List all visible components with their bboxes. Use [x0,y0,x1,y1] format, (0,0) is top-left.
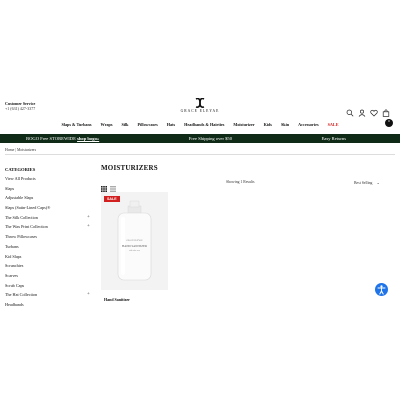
category-label: Throw Pillowcases [5,234,37,240]
list-view-icon[interactable] [110,179,116,192]
sidebar-heading: CATEGORIES [5,167,36,172]
view-toggle [101,179,116,192]
grid-view-icon[interactable] [101,179,107,192]
nav-item-sale[interactable]: SALE [328,122,339,127]
category-item[interactable]: Headbands [5,302,95,312]
nav-item-moisturizer[interactable]: Moisturizer [233,122,254,127]
chevron-down-icon: ⌄ [376,181,380,185]
nav-item-kids[interactable]: Kids [264,122,272,127]
category-label: Kid Slaps [5,253,22,259]
sale-badge: SALE [104,196,120,202]
category-label: Turbans [5,243,19,249]
breadcrumb[interactable]: Home | Moisturizers [5,148,36,152]
category-label: The Silk Collection [5,214,38,220]
category-item[interactable]: Slaps (Satin-Lined Caps)® [5,205,95,215]
category-label: Slaps [5,185,15,191]
bottle-main-text: HAND SANITIZER [122,244,147,248]
sanitizer-bottle-image: GRACE ELEYAE HAND SANITIZER with aloe ve… [117,200,152,281]
category-item[interactable]: Adjustable Slaps [5,195,95,205]
header-icons: 0 [346,104,393,127]
nav-item-slaps-turbans[interactable]: Slaps & Turbans [61,122,91,127]
sort-label: Best Selling [354,181,373,185]
heart-icon[interactable] [370,104,378,117]
product-image[interactable]: GRACE ELEYAE HAND SANITIZER with aloe ve… [101,192,168,290]
category-item[interactable]: The Hat Collection + [5,292,95,302]
nav-item-skin[interactable]: Skin [281,122,289,127]
brand-monogram-icon [195,98,205,108]
category-item[interactable]: Scrunchies [5,263,95,273]
category-item[interactable]: View All Products [5,176,95,186]
nav-item-headbands-hairties[interactable]: Headbands & Hairties [184,122,224,127]
search-icon[interactable] [346,104,354,117]
promo-bogo: BOGO Free STOREWIDE shop bogo» [26,136,99,141]
category-item[interactable]: Kid Slaps [5,254,95,264]
category-label: Scrub Caps [5,282,25,288]
category-item[interactable]: Slaps [5,186,95,196]
bottle-sub-text: with aloe vera [129,250,140,252]
sort-select[interactable]: Best Selling ⌄ [354,180,380,185]
bag-icon[interactable]: 0 [382,104,393,127]
category-item[interactable]: Throw Pillowcases [5,234,95,244]
category-label: Adjustable Slaps [5,195,34,201]
expand-plus-icon[interactable]: + [87,224,90,229]
expand-plus-icon[interactable]: + [87,215,90,220]
category-list: View All Products Slaps Adjustable Slaps… [5,176,95,312]
brand-name: GRACE ELEYAE [180,109,220,113]
category-label: The Hat Collection [5,292,38,298]
customer-service: Customer Service +1 (631) 427-3377 [5,101,35,111]
nav-item-accessories[interactable]: Accessories [298,122,318,127]
nav-item-hats[interactable]: Hats [167,122,175,127]
accessibility-button[interactable] [375,283,388,296]
accessibility-icon [377,285,386,295]
promo-free-shipping: Free Shipping over $50 [188,136,233,141]
promo-bar: BOGO Free STOREWIDE shop bogo» Free Ship… [0,134,400,143]
category-label: Headbands [5,301,24,307]
nav-item-wraps[interactable]: Wraps [100,122,112,127]
product-name[interactable]: Hand Sanitizer [104,297,130,302]
nav-item-pillowcases[interactable]: Pillowcases [138,122,158,127]
category-label: Slaps (Satin-Lined Caps)® [5,205,51,211]
customer-service-phone[interactable]: +1 (631) 427-3377 [5,106,35,111]
category-label: Scarves [5,272,19,278]
category-label: The Wax Print Collection [5,224,48,230]
category-item[interactable]: Scrub Caps [5,283,95,293]
nav-item-silk[interactable]: Silk [122,122,129,127]
promo-easy-returns: Easy Returns [321,136,346,141]
promo-shop-bogo-link[interactable]: shop bogo» [77,136,99,141]
main-nav: Slaps & Turbans Wraps Silk Pillowcases H… [0,122,400,127]
blank-top-area [0,0,400,95]
results-count: Showing 1 Results [226,180,255,184]
category-label: Scrunchies [5,263,24,269]
promo-bogo-text: BOGO Free STOREWIDE [26,136,76,141]
divider [5,154,395,155]
category-item[interactable]: Scarves [5,273,95,283]
category-item[interactable]: Turbans [5,244,95,254]
expand-plus-icon[interactable]: + [87,292,90,297]
user-icon[interactable] [358,104,366,117]
category-label: View All Products [5,176,36,181]
category-item[interactable]: The Silk Collection + [5,215,95,225]
bottle-brand-text: GRACE ELEYAE [126,239,143,242]
category-sidebar: CATEGORIES View All Products Slaps Adjus… [5,167,95,312]
category-item[interactable]: The Wax Print Collection + [5,224,95,234]
page-title: MOISTURIZERS [101,164,158,172]
brand-logo[interactable]: GRACE ELEYAE [175,98,225,113]
